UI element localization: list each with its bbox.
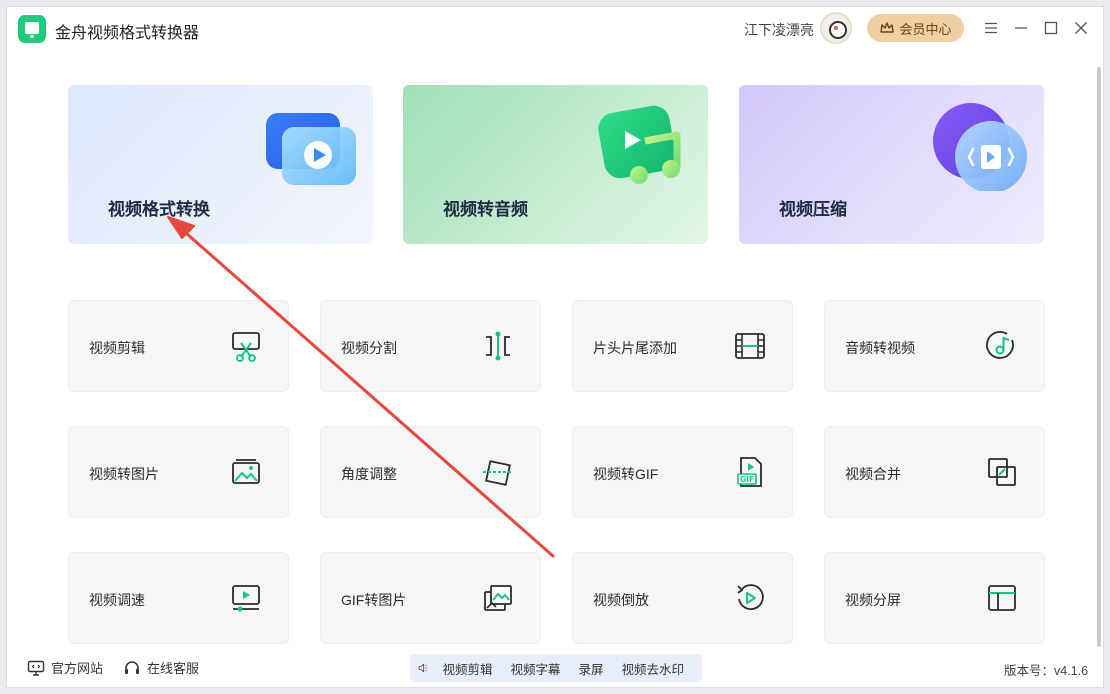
feature-card-label: 视频压缩 — [779, 200, 847, 219]
tool-label: 视频转图片 — [89, 466, 159, 482]
close-button[interactable] — [1070, 17, 1092, 39]
tool-card-intro-outro[interactable]: 片头片尾添加 — [572, 300, 793, 392]
music-note-icon — [985, 329, 1019, 363]
feature-card-video-to-audio[interactable]: 视频转音频 — [403, 85, 708, 244]
headset-icon — [125, 660, 139, 674]
menu-button[interactable] — [980, 17, 1002, 39]
hamburger-icon — [985, 22, 997, 34]
tool-label: 视频转GIF — [593, 466, 659, 482]
monitor-icon — [27, 660, 45, 676]
image-icon — [229, 455, 263, 489]
tool-card-video-split[interactable]: 视频分割 — [320, 300, 541, 392]
video-play-icon — [266, 113, 356, 185]
version-label: 版本号：v4.1.6 — [1004, 664, 1089, 678]
app-window: 金舟视频格式转换器 江下凌漂亮 会员中心 视频格式转换 视频转音频 视频压缩 视… — [6, 6, 1104, 688]
tool-label: 角度调整 — [341, 466, 397, 482]
split-icon — [481, 329, 515, 363]
online-service-link[interactable]: 在线客服 — [123, 658, 199, 677]
minimize-icon — [1015, 27, 1027, 29]
promo-remove-watermark-link[interactable]: 视频去水印 — [621, 659, 684, 678]
vip-center-label: 会员中心 — [899, 21, 952, 37]
tool-label: 视频分屏 — [845, 592, 901, 608]
scissors-icon — [229, 329, 263, 363]
tool-card-video-reverse[interactable]: 视频倒放 — [572, 552, 793, 644]
app-title: 金舟视频格式转换器 — [55, 25, 200, 42]
tool-label: 视频调速 — [89, 592, 145, 608]
speaker-icon — [418, 663, 428, 673]
split-screen-icon — [985, 581, 1019, 615]
rotate-frame-icon — [481, 455, 515, 489]
online-service-label: 在线客服 — [147, 661, 200, 676]
speed-screen-icon — [229, 581, 263, 615]
user-name[interactable]: 江下凌漂亮 — [744, 20, 814, 40]
tool-card-audio-to-video[interactable]: 音频转视频 — [824, 300, 1045, 392]
feature-card-label: 视频转音频 — [443, 200, 528, 219]
tool-label: GIF转图片 — [341, 592, 407, 608]
compress-video-icon — [933, 103, 1027, 191]
tool-card-video-edit[interactable]: 视频剪辑 — [68, 300, 289, 392]
promo-bar: 视频剪辑 视频字幕 录屏 视频去水印 — [410, 654, 702, 682]
scrollbar[interactable] — [1097, 67, 1101, 647]
music-video-icon — [598, 105, 681, 184]
feature-card-format-convert[interactable]: 视频格式转换 — [68, 85, 373, 244]
tool-card-video-to-image[interactable]: 视频转图片 — [68, 426, 289, 518]
avatar[interactable] — [820, 12, 852, 44]
app-logo-icon — [18, 15, 46, 43]
tool-label: 视频倒放 — [593, 592, 649, 608]
promo-video-subtitle-link[interactable]: 视频字幕 — [510, 659, 560, 678]
tool-card-gif-to-image[interactable]: GIF转图片 — [320, 552, 541, 644]
tool-card-video-to-gif[interactable]: 视频转GIF GIF — [572, 426, 793, 518]
official-website-link[interactable]: 官方网站 — [27, 658, 103, 677]
feature-card-label: 视频格式转换 — [108, 200, 210, 219]
tool-card-video-split-screen[interactable]: 视频分屏 — [824, 552, 1045, 644]
tool-card-video-speed[interactable]: 视频调速 — [68, 552, 289, 644]
tool-card-video-merge[interactable]: 视频合并 — [824, 426, 1045, 518]
title-bar: 金舟视频格式转换器 江下凌漂亮 会员中心 — [7, 7, 1103, 51]
vip-center-button[interactable]: 会员中心 — [867, 14, 964, 42]
close-icon — [1075, 22, 1087, 34]
gif-file-icon: GIF — [733, 455, 767, 489]
maximize-button[interactable] — [1040, 17, 1062, 39]
gif-image-icon — [481, 581, 515, 615]
merge-squares-icon — [985, 455, 1019, 489]
feature-card-compress[interactable]: 视频压缩 — [739, 85, 1044, 244]
film-strip-icon — [733, 329, 767, 363]
promo-screen-record-link[interactable]: 录屏 — [578, 659, 603, 678]
official-website-label: 官方网站 — [51, 661, 104, 676]
crown-icon — [880, 22, 895, 33]
tool-label: 音频转视频 — [845, 340, 915, 356]
tool-label: 视频合并 — [845, 466, 901, 482]
promo-video-edit-link[interactable]: 视频剪辑 — [442, 659, 492, 678]
tool-label: 视频分割 — [341, 340, 397, 356]
svg-text:GIF: GIF — [740, 475, 754, 484]
tool-card-angle-adjust[interactable]: 角度调整 — [320, 426, 541, 518]
maximize-icon — [1044, 21, 1058, 35]
minimize-button[interactable] — [1010, 17, 1032, 39]
tool-label: 视频剪辑 — [89, 340, 145, 356]
reverse-play-icon — [733, 581, 767, 615]
tool-label: 片头片尾添加 — [593, 340, 677, 356]
